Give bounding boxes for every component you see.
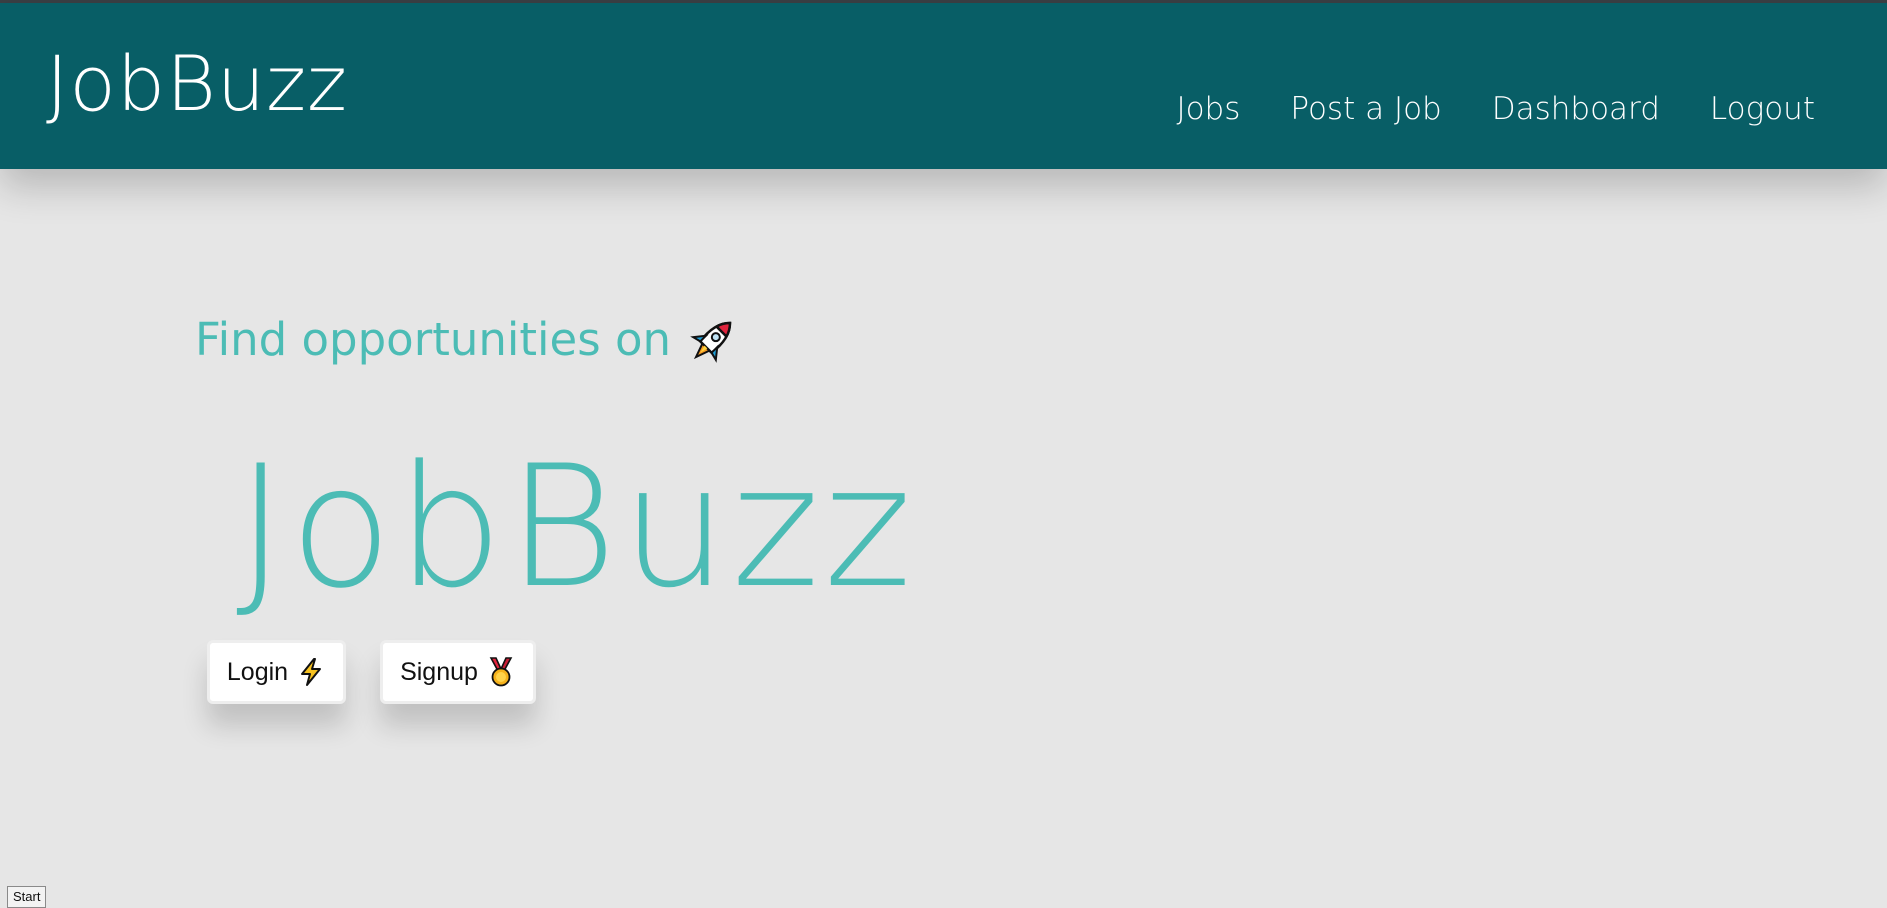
signup-button[interactable]: Signup (380, 640, 536, 704)
nav-links: Jobs Post a Job Dashboard Logout (1176, 88, 1815, 130)
rocket-icon (685, 312, 741, 368)
medal-icon (486, 657, 516, 687)
nav-link-dashboard[interactable]: Dashboard (1492, 88, 1660, 130)
login-button[interactable]: Login (207, 640, 346, 704)
brand-logo[interactable]: JobBuzz (46, 39, 348, 129)
login-button-label: Login (226, 657, 289, 686)
navbar: JobBuzz Jobs Post a Job Dashboard Logout (0, 3, 1887, 169)
lightning-icon (296, 657, 326, 687)
signup-button-label: Signup (400, 657, 478, 686)
hero-title: JobBuzz (236, 429, 916, 625)
status-start-label: Start (7, 886, 47, 908)
hero-subtitle-text: Find opportunities on (195, 313, 672, 366)
nav-link-jobs[interactable]: Jobs (1176, 88, 1240, 130)
nav-link-logout[interactable]: Logout (1710, 88, 1815, 130)
nav-link-post-a-job[interactable]: Post a Job (1290, 88, 1441, 130)
hero-subtitle: Find opportunities on (195, 312, 741, 368)
